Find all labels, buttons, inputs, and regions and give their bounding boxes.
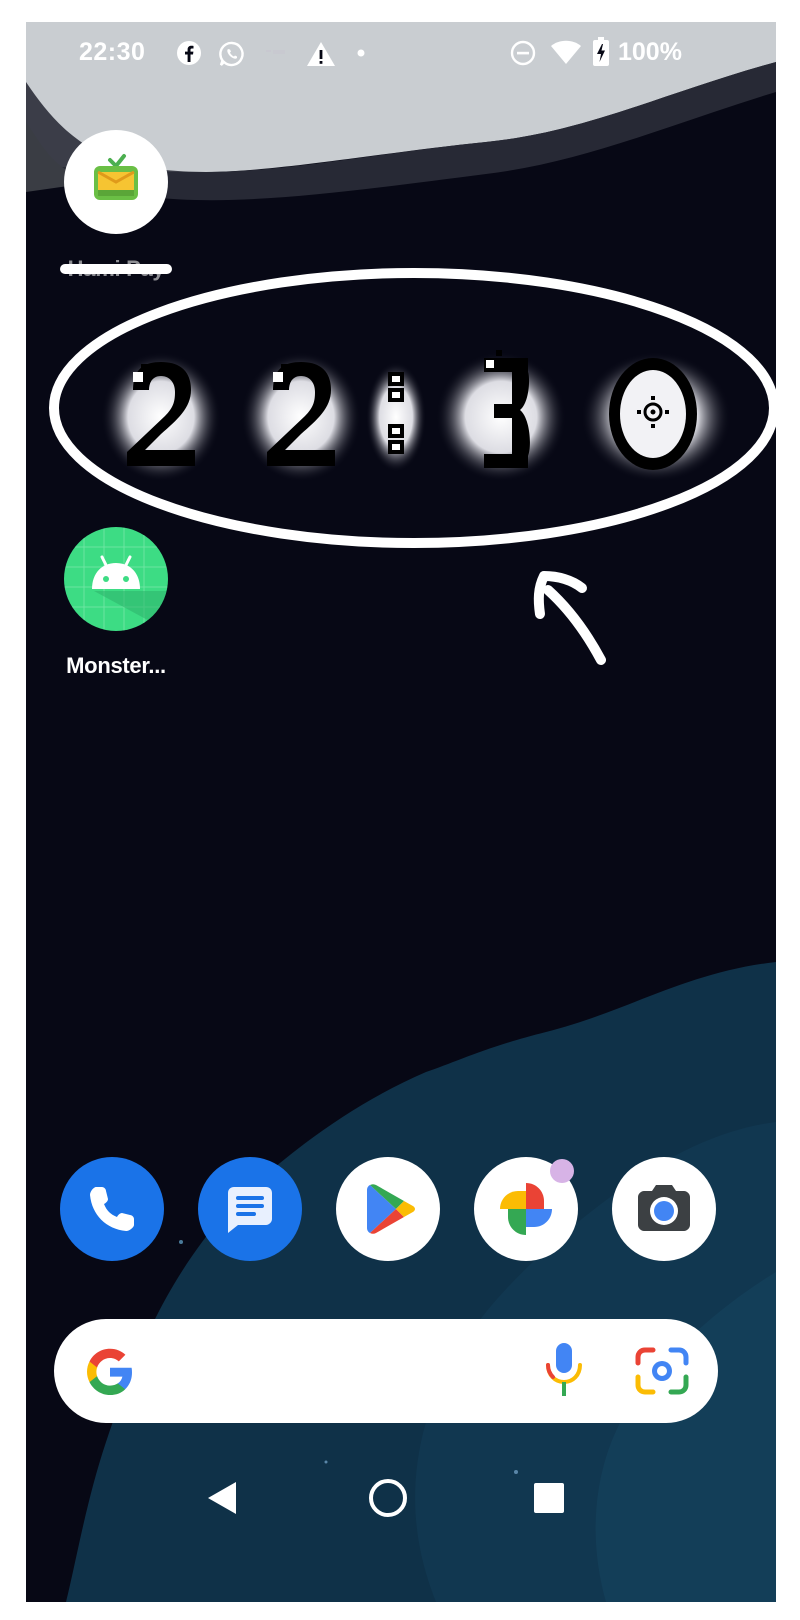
mic-icon[interactable]	[542, 1341, 586, 1401]
lens-icon[interactable]	[634, 1345, 690, 1397]
status-bar: 22:30 100%	[26, 22, 776, 82]
app-hami-pay[interactable]: Hami Pay	[60, 130, 172, 282]
camera-icon[interactable]	[612, 1157, 716, 1261]
phone-screen: 22:30 100% Monster...	[26, 22, 776, 1602]
facebook-icon	[177, 41, 201, 65]
battery-percent: 100%	[618, 38, 682, 66]
clock-widget[interactable]	[101, 342, 731, 492]
photos-icon[interactable]	[474, 1157, 578, 1261]
annotation-arrow	[533, 571, 606, 665]
warning-icon	[307, 42, 335, 66]
more-dot-icon	[357, 49, 365, 57]
whatsapp-icon	[219, 41, 244, 67]
clock-digit-0	[581, 352, 731, 482]
hami-pay-tv-icon	[64, 130, 168, 234]
wifi-icon	[551, 40, 581, 64]
messages-icon[interactable]	[198, 1157, 302, 1261]
android-app-icon	[64, 527, 168, 631]
phone-icon[interactable]	[60, 1157, 164, 1261]
clock-colon	[366, 362, 426, 472]
play-store-icon[interactable]	[336, 1157, 440, 1261]
clock-digit-3	[436, 350, 566, 482]
battery-charging-icon	[593, 37, 609, 66]
app-monster[interactable]: Monster...	[60, 527, 172, 679]
status-time: 22:30	[79, 38, 146, 66]
do-not-disturb-icon	[510, 40, 536, 66]
home-icon[interactable]	[367, 1477, 409, 1519]
clock-digit-2a	[101, 352, 221, 482]
google-search-bar[interactable]	[54, 1319, 718, 1423]
google-g-icon	[87, 1348, 132, 1395]
small-notification-icon	[266, 50, 285, 54]
app-label-monster: Monster...	[66, 653, 166, 678]
clock-digit-2b	[241, 352, 361, 482]
recents-icon[interactable]	[532, 1481, 566, 1515]
notification-badge	[550, 1159, 574, 1183]
back-icon[interactable]	[204, 1478, 240, 1518]
